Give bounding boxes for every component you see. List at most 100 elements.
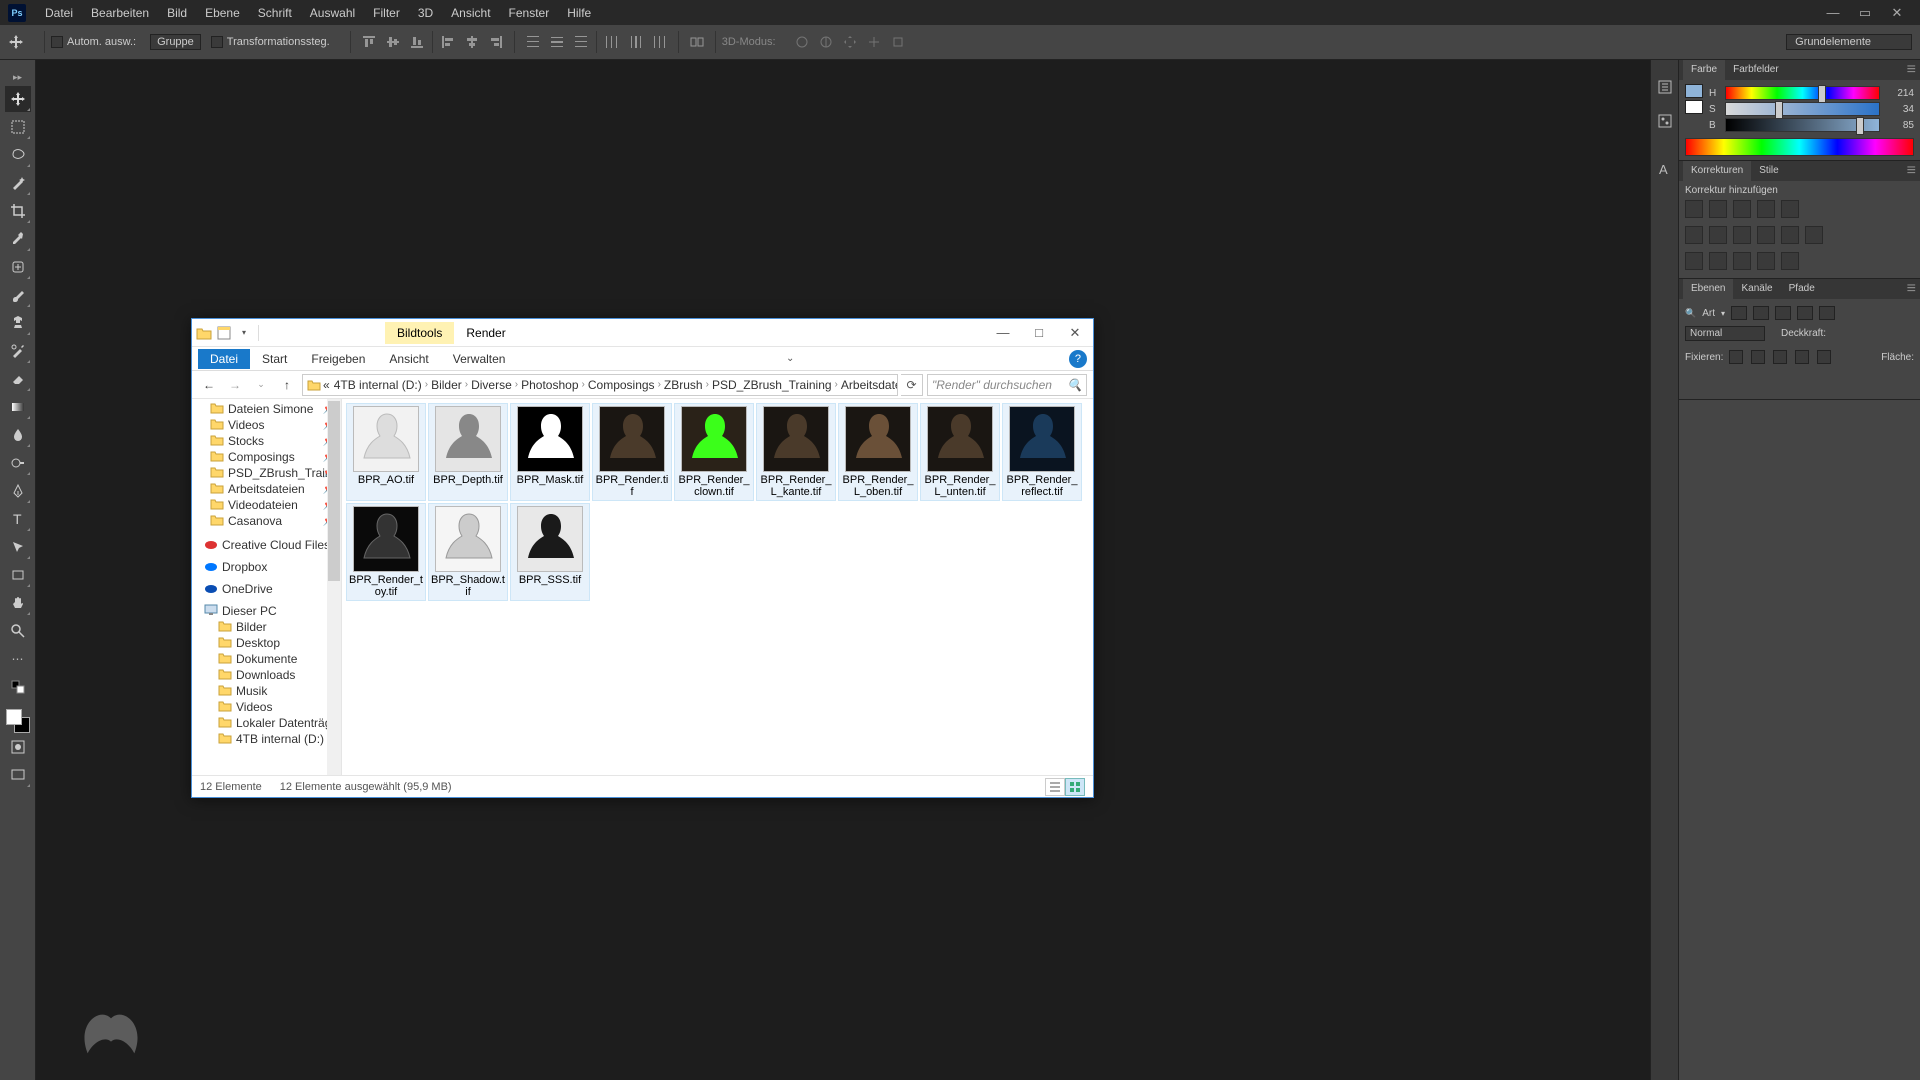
panel-menu-icon[interactable]: ≡: [1907, 61, 1916, 79]
breadcrumb[interactable]: Bilder: [429, 378, 464, 392]
levels-icon[interactable]: [1709, 200, 1727, 218]
hue-value[interactable]: 214: [1884, 88, 1914, 99]
menu-item[interactable]: Fenster: [500, 6, 559, 20]
bw-icon[interactable]: [1733, 226, 1751, 244]
selective-color-icon[interactable]: [1781, 252, 1799, 270]
rectangle-tool[interactable]: [5, 562, 31, 588]
breadcrumb[interactable]: 4TB internal (D:): [332, 378, 424, 392]
history-panel-icon[interactable]: [1654, 76, 1676, 98]
3d-scale-icon[interactable]: [890, 34, 906, 50]
tree-item[interactable]: 4TB internal (D:): [192, 731, 341, 747]
close-button[interactable]: ✕: [1882, 4, 1912, 22]
distribute-right-icon[interactable]: [652, 34, 668, 50]
view-details-button[interactable]: [1045, 778, 1065, 796]
lock-position-icon[interactable]: [1773, 350, 1787, 364]
default-colors-icon[interactable]: [5, 674, 31, 700]
zoom-tool[interactable]: [5, 618, 31, 644]
panel-tab-layers[interactable]: Ebenen: [1683, 279, 1733, 299]
tree-item[interactable]: OneDrive: [192, 581, 341, 597]
move-tool[interactable]: [5, 86, 31, 112]
file-item[interactable]: BPR_Render_reflect.tif: [1002, 403, 1082, 501]
file-item[interactable]: BPR_Depth.tif: [428, 403, 508, 501]
align-bottom-icon[interactable]: [409, 34, 425, 50]
slider-handle[interactable]: [1775, 101, 1783, 119]
essentials-combo[interactable]: Grundelemente: [1786, 34, 1912, 50]
auto-align-icon[interactable]: [689, 34, 705, 50]
transform-controls-checkbox[interactable]: [211, 36, 223, 48]
distribute-vcenter-icon[interactable]: [549, 34, 565, 50]
lasso-tool[interactable]: [5, 142, 31, 168]
filter-smart-icon[interactable]: [1819, 306, 1835, 320]
blend-mode-combo[interactable]: Normal: [1685, 326, 1765, 341]
sat-value[interactable]: 34: [1884, 104, 1914, 115]
breadcrumb[interactable]: «: [321, 378, 332, 392]
distribute-left-icon[interactable]: [604, 34, 620, 50]
explorer-nav-tree[interactable]: Dateien Simone📌Videos📌Stocks📌Composings📌…: [192, 399, 342, 775]
filter-adjustment-icon[interactable]: [1753, 306, 1769, 320]
minimize-button[interactable]: —: [1818, 4, 1848, 22]
align-right-icon[interactable]: [488, 34, 504, 50]
history-brush-tool[interactable]: [5, 338, 31, 364]
tree-item[interactable]: Musik: [192, 683, 341, 699]
brightness-icon[interactable]: [1685, 200, 1703, 218]
distribute-top-icon[interactable]: [525, 34, 541, 50]
ribbon-tab[interactable]: Freigeben: [299, 349, 377, 369]
tree-item[interactable]: PSD_ZBrush_Training📌: [192, 465, 341, 481]
file-item[interactable]: BPR_Render.tif: [592, 403, 672, 501]
3d-pan-icon[interactable]: [842, 34, 858, 50]
lock-all-icon[interactable]: [1817, 350, 1831, 364]
color-lookup-icon[interactable]: [1805, 226, 1823, 244]
tree-item[interactable]: Bilder: [192, 619, 341, 635]
menu-item[interactable]: Datei: [36, 6, 82, 20]
marquee-tool[interactable]: [5, 114, 31, 140]
color-swatch-pair[interactable]: [1685, 84, 1703, 134]
vibrance-icon[interactable]: [1781, 200, 1799, 218]
panel-menu-icon[interactable]: ≡: [1907, 280, 1916, 298]
tree-item[interactable]: Dokumente: [192, 651, 341, 667]
exposure-icon[interactable]: [1757, 200, 1775, 218]
3d-slide-icon[interactable]: [866, 34, 882, 50]
refresh-button[interactable]: ⟳: [901, 374, 923, 396]
pen-tool[interactable]: [5, 478, 31, 504]
gradient-map-icon[interactable]: [1757, 252, 1775, 270]
panel-tab-styles[interactable]: Stile: [1751, 161, 1786, 181]
3d-orbit-icon[interactable]: [794, 34, 810, 50]
menu-item[interactable]: 3D: [409, 6, 442, 20]
distribute-bottom-icon[interactable]: [573, 34, 589, 50]
filter-shape-icon[interactable]: [1797, 306, 1813, 320]
spectrum-bar[interactable]: [1685, 138, 1914, 156]
tree-item-this-pc[interactable]: Dieser PC: [192, 603, 341, 619]
hue-slider[interactable]: [1725, 86, 1880, 100]
path-selection-tool[interactable]: [5, 534, 31, 560]
channel-mixer-icon[interactable]: [1781, 226, 1799, 244]
eyedropper-tool[interactable]: [5, 226, 31, 252]
lock-pixels-icon[interactable]: [1751, 350, 1765, 364]
filter-pixel-icon[interactable]: [1731, 306, 1747, 320]
help-icon[interactable]: ?: [1069, 350, 1087, 368]
breadcrumb[interactable]: PSD_ZBrush_Training: [710, 378, 834, 392]
breadcrumb[interactable]: ZBrush: [662, 378, 705, 392]
file-item[interactable]: BPR_Render_toy.tif: [346, 503, 426, 601]
nav-forward-button[interactable]: →: [224, 374, 246, 396]
menu-item[interactable]: Auswahl: [301, 6, 364, 20]
tree-item[interactable]: Lokaler Datenträger (C:): [192, 715, 341, 731]
brush-presets-panel-icon[interactable]: [1654, 110, 1676, 132]
tree-item[interactable]: Videodateien📌: [192, 497, 341, 513]
breadcrumb[interactable]: Arbeitsdateien: [839, 378, 898, 392]
invert-icon[interactable]: [1685, 252, 1703, 270]
photo-filter-icon[interactable]: [1757, 226, 1775, 244]
panel-tab-channels[interactable]: Kanäle: [1733, 279, 1780, 299]
hand-tool[interactable]: [5, 590, 31, 616]
breadcrumb-bar[interactable]: « 4TB internal (D:)› Bilder› Diverse› Ph…: [302, 374, 898, 396]
file-item[interactable]: BPR_Render_L_oben.tif: [838, 403, 918, 501]
character-panel-icon[interactable]: A: [1654, 158, 1676, 180]
properties-icon[interactable]: [216, 325, 232, 341]
quickmask-toggle[interactable]: [5, 734, 31, 760]
screenmode-toggle[interactable]: [5, 762, 31, 788]
tree-item[interactable]: Casanova📌: [192, 513, 341, 529]
qat-dropdown-icon[interactable]: ▾: [236, 325, 252, 341]
align-vcenter-icon[interactable]: [385, 34, 401, 50]
panel-tab-paths[interactable]: Pfade: [1781, 279, 1823, 299]
nav-back-button[interactable]: ←: [198, 374, 220, 396]
hue-icon[interactable]: [1685, 226, 1703, 244]
